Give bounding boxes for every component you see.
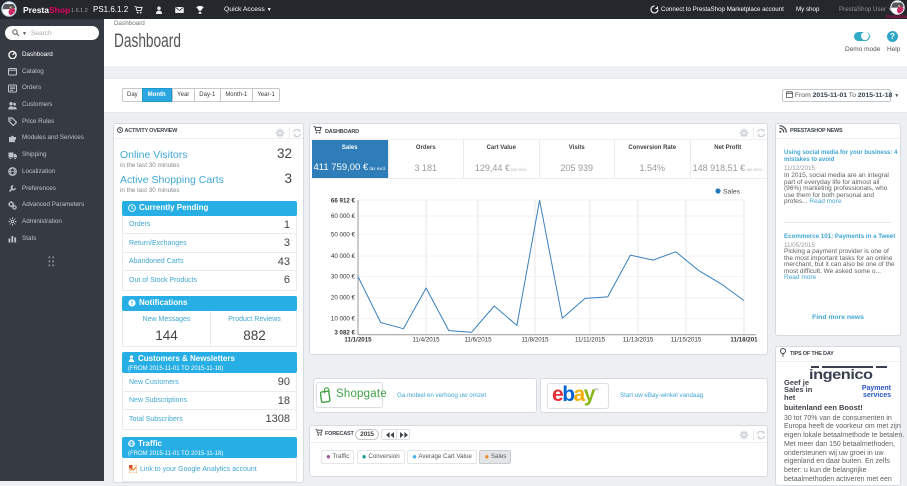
svg-text:60 000 €: 60 000 € [331,213,356,220]
svg-text:40 000 €: 40 000 € [331,253,356,260]
svg-text:11/4/2015: 11/4/2015 [412,337,440,344]
svg-text:11/6/2015: 11/6/2015 [464,337,492,344]
svg-text:11/8/2015: 11/8/2015 [521,337,549,344]
svg-text:20 000 €: 20 000 € [331,295,356,302]
svg-text:3 082 €: 3 082 € [334,329,355,336]
svg-text:50 000 €: 50 000 € [331,231,356,238]
svg-text:11/15/2015: 11/15/2015 [671,337,702,344]
svg-text:30 000 €: 30 000 € [331,273,356,280]
svg-text:11/1/2015: 11/1/2015 [344,337,372,344]
svg-text:11/13/2015: 11/13/2015 [623,337,654,344]
svg-text:11/11/2015: 11/11/2015 [575,337,606,344]
svg-text:Sales: Sales [723,189,741,196]
svg-text:66 912 €: 66 912 € [331,197,356,204]
svg-text:11/18/201: 11/18/201 [730,337,758,344]
svg-text:10 000 €: 10 000 € [331,316,356,323]
